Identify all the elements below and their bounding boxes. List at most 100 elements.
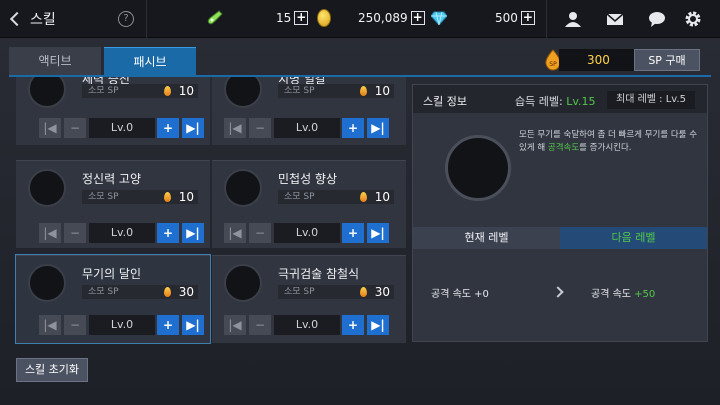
potion-count: 15 <box>276 11 292 25</box>
friends-icon[interactable] <box>564 10 582 28</box>
gear-icon[interactable] <box>684 10 702 28</box>
chat-icon[interactable] <box>648 10 666 28</box>
level-value: Lv.0 <box>274 118 340 138</box>
skill-name: 민첩성 향상 <box>278 172 338 186</box>
min-level-button[interactable]: |◀ <box>39 315 61 335</box>
next-stat-name: 공격 속도 <box>591 289 631 300</box>
max-level-button[interactable]: ▶| <box>182 315 204 335</box>
max-level-badge: 최대 레벨 : Lv.5 <box>607 91 695 109</box>
gold-coin-icon <box>317 9 331 27</box>
sp-value: 300 <box>559 49 637 71</box>
sp-buy-button[interactable]: SP 구매 <box>634 49 700 71</box>
skill-icon <box>224 264 262 302</box>
decrease-level-button[interactable]: − <box>249 118 271 138</box>
skill-card[interactable]: 치명 일갈 소모 SP 10 |◀ − Lv.0 + ▶| <box>212 77 406 145</box>
skill-icon <box>224 77 262 108</box>
min-level-button[interactable]: |◀ <box>39 223 61 243</box>
desc-highlight: 공격속도 <box>547 143 580 153</box>
decrease-level-button[interactable]: − <box>64 223 86 243</box>
cost-value: 10 <box>374 190 390 204</box>
add-potion-button[interactable]: + <box>294 11 309 25</box>
decrease-level-button[interactable]: − <box>64 315 86 335</box>
level-value: Lv.0 <box>89 315 155 335</box>
skill-list[interactable]: 체력 증진 소모 SP 10 |◀ − Lv.0 + ▶| 치명 일갈 소모 S… <box>9 77 409 347</box>
next-stat-value: +50 <box>634 289 656 300</box>
current-stat: 공격 속도 +0 <box>431 285 489 300</box>
cost-value: 10 <box>374 84 390 98</box>
skill-name: 정신력 고양 <box>82 172 142 186</box>
min-level-button[interactable]: |◀ <box>224 315 246 335</box>
skill-card[interactable]: 체력 증진 소모 SP 10 |◀ − Lv.0 + ▶| <box>16 77 210 145</box>
skill-card[interactable]: 민첩성 향상 소모 SP 10 |◀ − Lv.0 + ▶| <box>212 160 406 248</box>
max-level-button[interactable]: ▶| <box>182 223 204 243</box>
skill-icon <box>28 169 66 207</box>
add-gold-button[interactable]: + <box>410 11 425 25</box>
cost-value: 30 <box>374 285 390 299</box>
cost-label: 소모 SP <box>88 192 119 202</box>
tab-passive-skills[interactable]: 패시브 <box>104 47 196 75</box>
potion-icon <box>207 10 223 25</box>
gold-amount: 250,089 <box>358 11 408 25</box>
skill-icon <box>28 77 66 108</box>
skill-card-selected[interactable]: 무기의 달인 소모 SP 30 |◀ − Lv.0 + ▶| <box>15 254 211 344</box>
next-stat: 공격 속도 +50 <box>591 285 655 300</box>
increase-level-button[interactable]: + <box>342 315 364 335</box>
max-level-button[interactable]: ▶| <box>367 223 389 243</box>
max-level-button[interactable]: ▶| <box>367 118 389 138</box>
learn-level-value: Lv.15 <box>566 95 596 108</box>
gem-amount: 500 <box>495 11 518 25</box>
increase-level-button[interactable]: + <box>157 118 179 138</box>
learn-level-label: 습득 레벨: <box>515 95 563 108</box>
back-button[interactable]: 스킬 <box>8 9 56 29</box>
tab-active-skills[interactable]: 액티브 <box>9 47 101 75</box>
increase-level-button[interactable]: + <box>157 223 179 243</box>
level-value: Lv.0 <box>89 118 155 138</box>
decrease-level-button[interactable]: − <box>249 223 271 243</box>
skill-card[interactable]: 극귀검술 참철식 소모 SP 30 |◀ − Lv.0 + ▶| <box>212 255 406 343</box>
increase-level-button[interactable]: + <box>342 223 364 243</box>
cost-label: 소모 SP <box>284 86 315 96</box>
level-control: |◀ − Lv.0 + ▶| <box>39 118 205 138</box>
flame-icon <box>164 192 171 202</box>
increase-level-button[interactable]: + <box>157 315 179 335</box>
skill-cost: 소모 SP 10 <box>82 190 198 204</box>
cost-label: 소모 SP <box>88 86 119 96</box>
current-stat-name: 공격 속도 <box>431 289 471 300</box>
min-level-button[interactable]: |◀ <box>39 118 61 138</box>
min-level-button[interactable]: |◀ <box>224 118 246 138</box>
flame-icon <box>164 86 171 96</box>
current-level-header: 현재 레벨 <box>413 227 560 249</box>
reset-skills-button[interactable]: 스킬 초기화 <box>16 358 88 382</box>
level-control: |◀ − Lv.0 + ▶| <box>224 223 390 243</box>
add-gem-button[interactable]: + <box>520 11 535 25</box>
cost-value: 10 <box>178 84 194 98</box>
max-level-button[interactable]: ▶| <box>182 118 204 138</box>
gem-counter: 500 + <box>495 11 535 25</box>
increase-level-button[interactable]: + <box>342 118 364 138</box>
skill-name: 극귀검술 참철식 <box>278 267 360 281</box>
help-icon[interactable]: ? <box>118 11 134 27</box>
min-level-button[interactable]: |◀ <box>224 223 246 243</box>
skill-info-title: 스킬 정보 <box>423 95 467 108</box>
decrease-level-button[interactable]: − <box>249 315 271 335</box>
current-stat-value: +0 <box>474 289 489 300</box>
level-control: |◀ − Lv.0 + ▶| <box>39 315 205 335</box>
skill-cost: 소모 SP 10 <box>278 190 394 204</box>
divider <box>546 0 547 38</box>
cost-label: 소모 SP <box>88 287 119 297</box>
divider <box>146 0 147 38</box>
cost-value: 10 <box>178 190 194 204</box>
flame-icon <box>360 192 367 202</box>
level-control: |◀ − Lv.0 + ▶| <box>39 223 205 243</box>
decrease-level-button[interactable]: − <box>64 118 86 138</box>
skill-info-panel: 스킬 정보 습득 레벨: Lv.15 최대 레벨 : Lv.5 모든 무기를 숙… <box>412 84 708 342</box>
next-level-header: 다음 레벨 <box>560 227 707 249</box>
top-bar: 스킬 ? 15 + 250,089 + 500 + <box>0 0 720 38</box>
max-level-button[interactable]: ▶| <box>367 315 389 335</box>
skill-card[interactable]: 정신력 고양 소모 SP 10 |◀ − Lv.0 + ▶| <box>16 160 210 248</box>
gem-icon <box>431 11 447 25</box>
desc-text-end: 를 증가시킨다. <box>579 143 632 153</box>
mail-icon[interactable] <box>606 10 624 28</box>
learn-level: 습득 레벨: Lv.15 <box>515 93 595 109</box>
cost-label: 소모 SP <box>284 287 315 297</box>
